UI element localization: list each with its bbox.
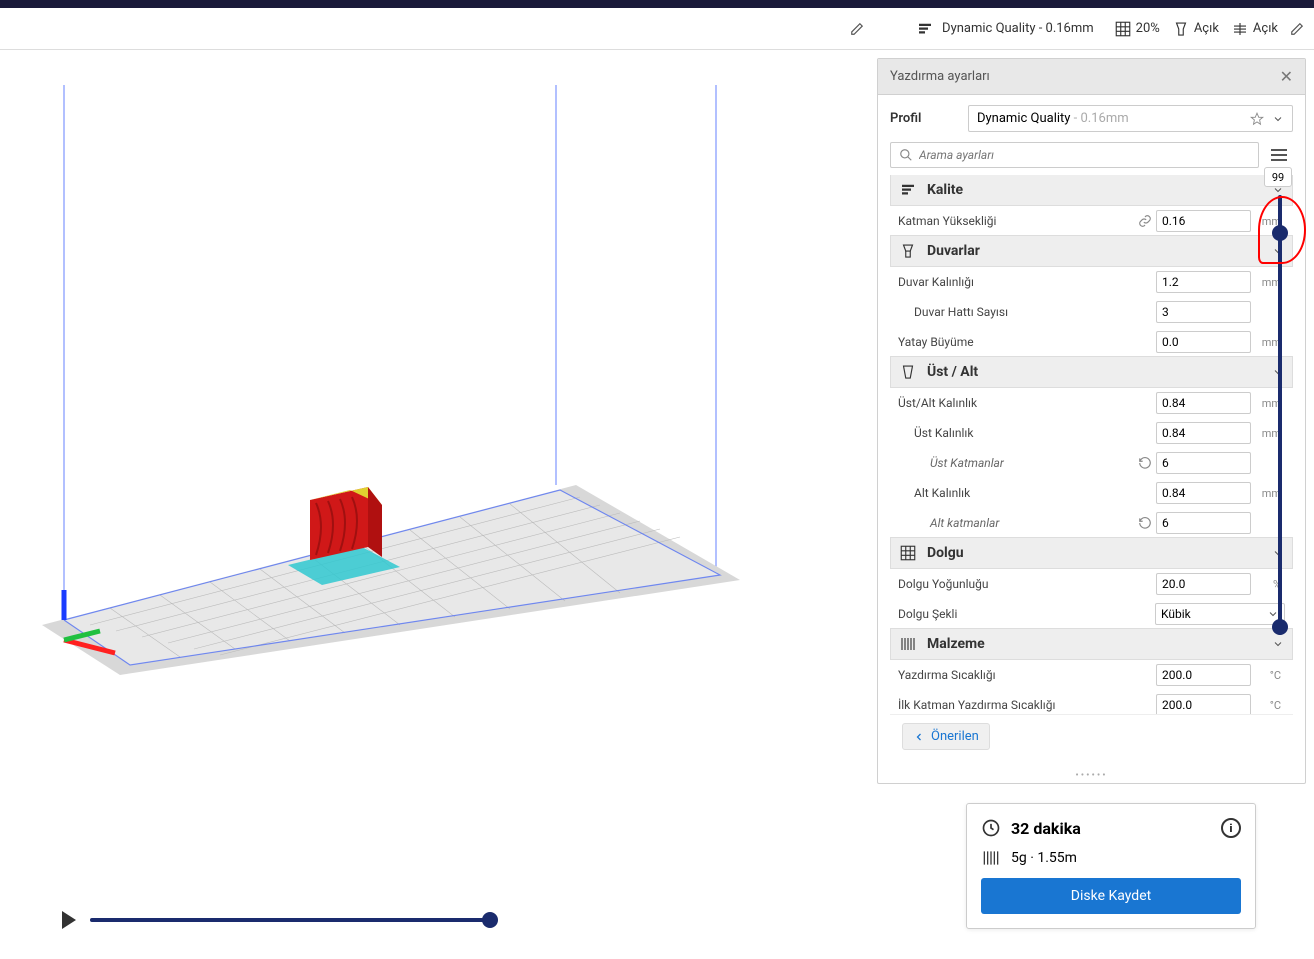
setting-label: Dolgu Şekli xyxy=(898,607,1151,621)
star-icon[interactable] xyxy=(1250,112,1264,126)
simulation-track[interactable] xyxy=(90,918,490,922)
quality-profile-text: Dynamic Quality - 0.16mm xyxy=(942,21,1094,36)
settings-menu-icon[interactable] xyxy=(1265,142,1293,168)
panel-drag-handle[interactable]: •••••• xyxy=(878,768,1305,783)
quality-profile-display[interactable]: Dynamic Quality - 0.16mm xyxy=(908,16,1102,42)
first-layer-temp-input[interactable] xyxy=(1156,694,1251,714)
bottom-thickness-input[interactable] xyxy=(1156,482,1251,504)
section-infill[interactable]: Dolgu xyxy=(890,537,1293,569)
tb-thickness-input[interactable] xyxy=(1156,392,1251,414)
layers-icon xyxy=(916,20,934,38)
setting-label: Alt katmanlar xyxy=(898,516,1134,530)
infill-toggle[interactable]: 20% xyxy=(1114,20,1160,38)
filament-icon xyxy=(981,848,1001,868)
panel-header: Yazdırma ayarları ✕ xyxy=(878,59,1305,95)
save-to-disk-button[interactable]: Diske Kaydet xyxy=(981,878,1241,914)
print-time: 32 dakika xyxy=(1011,819,1081,838)
slider-track[interactable] xyxy=(1278,195,1282,635)
support-toggle[interactable]: Açık xyxy=(1172,20,1219,38)
adhesion-toggle[interactable]: Açık xyxy=(1231,20,1278,38)
search-icon xyxy=(899,148,913,162)
bottom-layers-input[interactable] xyxy=(1156,512,1251,534)
chevron-left-icon xyxy=(913,731,925,743)
print-info-card: i 32 dakika 5g · 1.55m Diske Kaydet xyxy=(966,803,1256,929)
quality-icon xyxy=(899,181,917,199)
edit-left-icon[interactable] xyxy=(850,22,864,36)
horiz-expansion-input[interactable] xyxy=(1156,331,1251,353)
layer-slider[interactable]: 99 xyxy=(1270,195,1290,635)
slider-thumb-bottom[interactable] xyxy=(1272,619,1288,635)
support-text: Açık xyxy=(1194,21,1219,36)
simulation-playbar xyxy=(62,911,490,929)
reset-icon[interactable] xyxy=(1138,516,1152,530)
chevron-down-icon xyxy=(1272,113,1284,125)
edit-right-icon[interactable] xyxy=(1290,22,1304,36)
info-icon[interactable]: i xyxy=(1221,818,1241,838)
build-plate-scene xyxy=(20,85,760,705)
clock-icon xyxy=(981,818,1001,838)
adhesion-icon xyxy=(1231,20,1249,38)
wall-line-count-input[interactable] xyxy=(1156,301,1251,323)
setting-label: Üst Katmanlar xyxy=(898,456,1134,470)
setting-label: Yazdırma Sıcaklığı xyxy=(898,668,1152,682)
adhesion-text: Açık xyxy=(1253,21,1278,36)
wall-thickness-input[interactable] xyxy=(1156,271,1251,293)
recommended-button[interactable]: Önerilen xyxy=(902,723,990,750)
print-temp-input[interactable] xyxy=(1156,664,1251,686)
slider-thumb-top[interactable] xyxy=(1272,225,1288,241)
section-quality[interactable]: Kalite xyxy=(890,174,1293,206)
topbottom-icon xyxy=(899,363,917,381)
profile-suffix: - 0.16mm xyxy=(1070,111,1128,126)
support-icon xyxy=(1172,20,1190,38)
play-button[interactable] xyxy=(62,911,76,929)
search-input[interactable] xyxy=(919,148,1250,162)
layer-slider-value: 99 xyxy=(1264,167,1292,187)
setting-label: Duvar Kalınlığı xyxy=(898,275,1152,289)
walls-icon xyxy=(899,242,917,260)
infill-icon xyxy=(1114,20,1132,38)
setting-label: Dolgu Yoğunluğu xyxy=(898,577,1152,591)
print-settings-panel: Yazdırma ayarları ✕ Profil Dynamic Quali… xyxy=(877,58,1306,784)
infill-text: 20% xyxy=(1136,21,1160,36)
top-toolbar: Dynamic Quality - 0.16mm 20% Açık Açık xyxy=(0,8,1314,50)
top-thickness-input[interactable] xyxy=(1156,422,1251,444)
simulation-thumb[interactable] xyxy=(482,912,498,928)
profile-dropdown[interactable]: Dynamic Quality - 0.16mm xyxy=(968,105,1293,132)
chevron-down-icon xyxy=(1272,638,1284,650)
setting-label: Yatay Büyüme xyxy=(898,335,1152,349)
app-titlebar xyxy=(0,0,1314,8)
material-usage: 5g · 1.55m xyxy=(1011,850,1077,866)
profile-label: Profil xyxy=(890,111,960,126)
layer-height-input[interactable] xyxy=(1156,210,1251,232)
setting-label: Üst/Alt Kalınlık xyxy=(898,396,1152,410)
link-icon[interactable] xyxy=(1138,214,1152,228)
section-material[interactable]: Malzeme xyxy=(890,628,1293,660)
section-topbottom[interactable]: Üst / Alt xyxy=(890,356,1293,388)
infill-pattern-select[interactable]: Kübik xyxy=(1155,603,1285,625)
setting-label: Üst Kalınlık xyxy=(898,426,1152,440)
settings-search[interactable] xyxy=(890,142,1259,168)
3d-viewport[interactable] xyxy=(0,50,869,959)
panel-title: Yazdırma ayarları xyxy=(890,69,990,84)
top-layers-input[interactable] xyxy=(1156,452,1251,474)
setting-label: Duvar Hattı Sayısı xyxy=(898,305,1152,319)
layer-height-label: Katman Yüksekliği xyxy=(898,214,1134,228)
settings-list[interactable]: Kalite Katman Yüksekliği mm Duvarlar xyxy=(890,174,1293,714)
close-icon[interactable]: ✕ xyxy=(1280,67,1293,86)
material-icon xyxy=(899,635,917,653)
reset-icon[interactable] xyxy=(1138,456,1152,470)
section-walls[interactable]: Duvarlar xyxy=(890,235,1293,267)
setting-label: İlk Katman Yazdırma Sıcaklığı xyxy=(898,698,1152,712)
profile-name: Dynamic Quality xyxy=(977,111,1070,126)
infill-icon xyxy=(899,544,917,562)
setting-label: Alt Kalınlık xyxy=(898,486,1152,500)
infill-density-input[interactable] xyxy=(1156,573,1251,595)
